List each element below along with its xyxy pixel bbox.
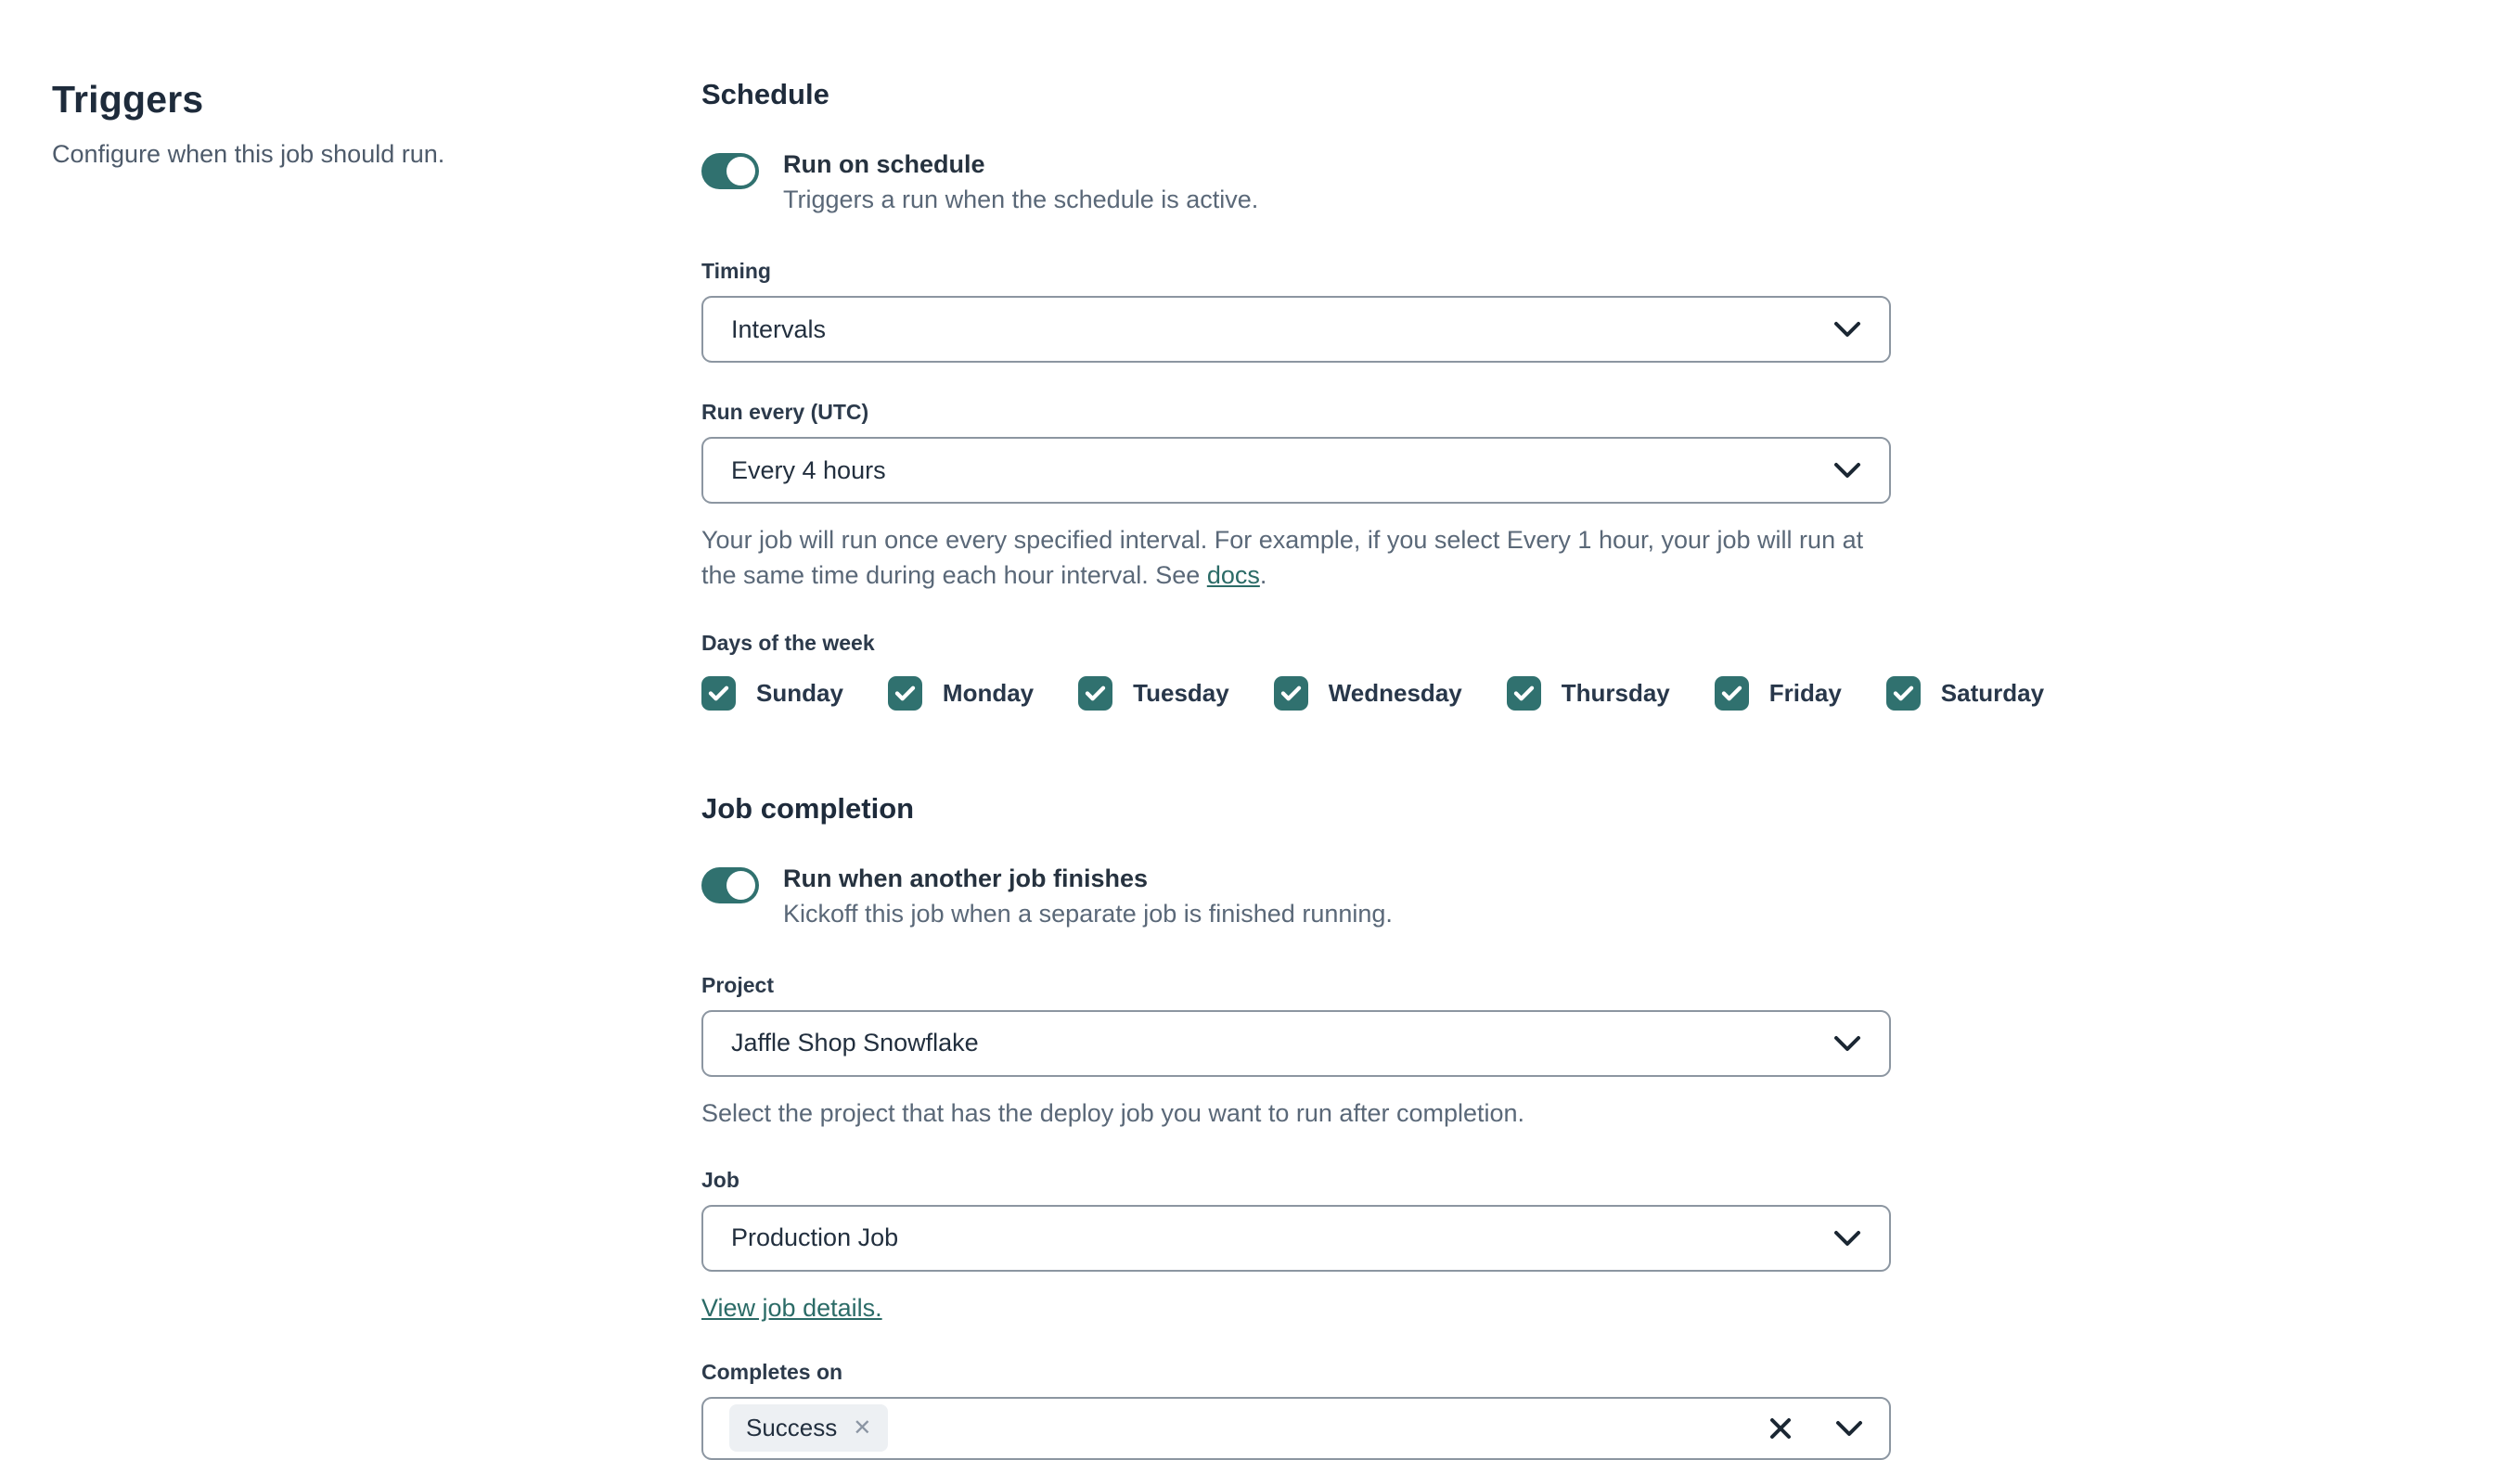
day-label: Friday xyxy=(1768,678,1842,707)
page-title: Triggers xyxy=(52,78,204,121)
day-checkbox-thursday[interactable]: Thursday xyxy=(1506,675,1670,711)
job-label: Job xyxy=(701,1167,739,1192)
day-checkbox-monday[interactable]: Monday xyxy=(887,675,1035,711)
triggers-form: Schedule Run on schedule Triggers a run … xyxy=(701,78,2044,1460)
view-job-details-row: View job details. xyxy=(701,1294,1891,1323)
toggle-knob xyxy=(726,157,755,186)
run-when-another-job-finishes-row: Run when another job finishes Kickoff th… xyxy=(701,864,1891,929)
project-select-value: Jaffle Shop Snowflake xyxy=(731,1029,979,1057)
checkbox-checked-icon xyxy=(1078,675,1113,711)
schedule-section: Schedule Run on schedule Triggers a run … xyxy=(701,78,2044,711)
chip-label: Success xyxy=(746,1414,838,1442)
toggle-knob xyxy=(726,870,755,900)
completes-on-label: Completes on xyxy=(701,1359,843,1384)
run-every-label: Run every (UTC) xyxy=(701,400,869,424)
run-every-select[interactable]: Every 4 hours xyxy=(701,437,1891,504)
run-on-schedule-label: Run on schedule xyxy=(783,150,985,178)
remove-chip-icon[interactable]: ✕ xyxy=(853,1416,871,1440)
chevron-down-icon xyxy=(1833,462,1861,479)
timing-select-value: Intervals xyxy=(731,314,827,343)
section-intro: Triggers Configure when this job should … xyxy=(52,78,701,1460)
run-on-schedule-row: Run on schedule Triggers a run when the … xyxy=(701,150,1891,214)
checkbox-checked-icon xyxy=(1273,675,1308,711)
job-completion-section: Job completion Run when another job fini… xyxy=(701,792,1891,1460)
day-label: Saturday xyxy=(1940,678,2045,707)
run-every-help: Your job will run once every specified i… xyxy=(701,522,1891,594)
run-on-schedule-toggle[interactable] xyxy=(701,153,759,189)
project-select[interactable]: Jaffle Shop Snowflake xyxy=(701,1009,1891,1077)
job-select-value: Production Job xyxy=(731,1223,899,1252)
job-select[interactable]: Production Job xyxy=(701,1204,1891,1272)
day-checkbox-wednesday[interactable]: Wednesday xyxy=(1273,675,1462,711)
day-label: Monday xyxy=(942,678,1035,707)
chevron-down-icon xyxy=(1833,321,1861,338)
project-label: Project xyxy=(701,972,774,997)
run-every-select-value: Every 4 hours xyxy=(731,455,886,484)
triggers-settings-page: Triggers Configure when this job should … xyxy=(0,0,2520,1460)
timing-label: Timing xyxy=(701,259,771,283)
completes-on-select[interactable]: Success ✕ xyxy=(701,1396,1891,1460)
run-when-another-job-finishes-label: Run when another job finishes xyxy=(783,864,1149,892)
day-checkbox-friday[interactable]: Friday xyxy=(1714,675,1842,711)
day-checkbox-sunday[interactable]: Sunday xyxy=(701,675,843,711)
timing-select[interactable]: Intervals xyxy=(701,296,1891,363)
run-every-help-period: . xyxy=(1259,561,1267,590)
project-help: Select the project that has the deploy j… xyxy=(701,1098,1525,1127)
days-of-week-label: Days of the week xyxy=(701,630,875,655)
checkbox-checked-icon xyxy=(701,675,736,711)
view-job-details-link[interactable]: View job details. xyxy=(701,1294,882,1322)
clear-all-icon[interactable] xyxy=(1768,1416,1793,1441)
day-label: Tuesday xyxy=(1133,678,1229,707)
checkbox-checked-icon xyxy=(1714,675,1749,711)
day-checkbox-tuesday[interactable]: Tuesday xyxy=(1078,675,1229,711)
run-when-another-job-finishes-description: Kickoff this job when a separate job is … xyxy=(783,899,1393,928)
checkbox-checked-icon xyxy=(1506,675,1541,711)
day-label: Sunday xyxy=(756,678,843,707)
day-label: Wednesday xyxy=(1328,678,1462,707)
run-on-schedule-description: Triggers a run when the schedule is acti… xyxy=(783,186,1259,213)
chevron-down-icon xyxy=(1835,1420,1863,1437)
job-completion-heading: Job completion xyxy=(701,791,915,825)
docs-link[interactable]: docs xyxy=(1207,561,1260,589)
checkbox-checked-icon xyxy=(887,675,922,711)
day-label: Thursday xyxy=(1561,678,1670,707)
page-subtitle: Configure when this job should run. xyxy=(52,140,445,168)
chevron-down-icon xyxy=(1833,1035,1861,1052)
schedule-heading: Schedule xyxy=(701,78,829,110)
selected-chip-success: Success ✕ xyxy=(729,1404,889,1453)
run-every-help-text: Your job will run once every specified i… xyxy=(701,526,1864,590)
chevron-down-icon xyxy=(1833,1230,1861,1247)
days-of-week-group: Sunday Monday Tuesday Wednesday Thursday… xyxy=(701,675,2044,711)
run-when-another-job-finishes-toggle[interactable] xyxy=(701,866,759,903)
day-checkbox-saturday[interactable]: Saturday xyxy=(1885,675,2045,711)
checkbox-checked-icon xyxy=(1885,675,1921,711)
